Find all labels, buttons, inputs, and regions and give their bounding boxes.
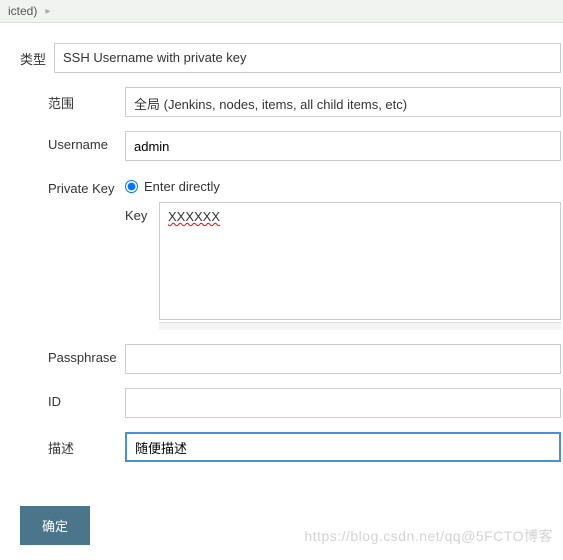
scope-select[interactable]: 全局 (Jenkins, nodes, items, all child ite… xyxy=(125,87,561,117)
key-textarea[interactable]: XXXXXX xyxy=(159,202,561,320)
label-description: 描述 xyxy=(20,432,125,457)
row-passphrase: Passphrase xyxy=(20,344,563,374)
label-id: ID xyxy=(20,388,125,409)
label-username: Username xyxy=(20,131,125,152)
passphrase-input[interactable] xyxy=(125,344,561,374)
breadcrumb-item[interactable]: icted) xyxy=(8,4,37,18)
enter-directly-radio-row: Enter directly xyxy=(125,175,561,194)
row-description: 描述 xyxy=(20,432,563,462)
breadcrumb: icted) ▸ xyxy=(0,0,563,23)
label-key: Key xyxy=(125,202,159,223)
row-username: Username xyxy=(20,131,563,161)
type-select[interactable]: SSH Username with private key xyxy=(54,43,561,73)
key-value-text: XXXXXX xyxy=(168,209,220,224)
credentials-form: 类型 SSH Username with private key 范围 全局 (… xyxy=(0,23,563,462)
label-passphrase: Passphrase xyxy=(20,344,125,365)
textarea-scroll-track xyxy=(159,322,561,330)
username-input[interactable] xyxy=(125,131,561,161)
chevron-right-icon: ▸ xyxy=(45,6,50,17)
id-input[interactable] xyxy=(125,388,561,418)
submit-button[interactable]: 确定 xyxy=(20,506,90,545)
enter-directly-radio[interactable] xyxy=(125,180,138,193)
watermark-text: https://blog.csdn.net/qq@5FCTO博客 xyxy=(304,526,553,546)
row-scope: 范围 全局 (Jenkins, nodes, items, all child … xyxy=(20,87,563,117)
description-input[interactable] xyxy=(125,432,561,462)
row-private-key: Private Key Enter directly Key XXXXXX xyxy=(20,175,563,330)
label-scope: 范围 xyxy=(20,87,125,112)
row-id: ID xyxy=(20,388,563,418)
label-type: 类型 xyxy=(20,43,54,68)
enter-directly-label: Enter directly xyxy=(144,179,220,194)
label-private-key: Private Key xyxy=(20,175,125,196)
row-type: 类型 SSH Username with private key xyxy=(20,43,563,73)
key-section: Key XXXXXX xyxy=(125,202,561,320)
